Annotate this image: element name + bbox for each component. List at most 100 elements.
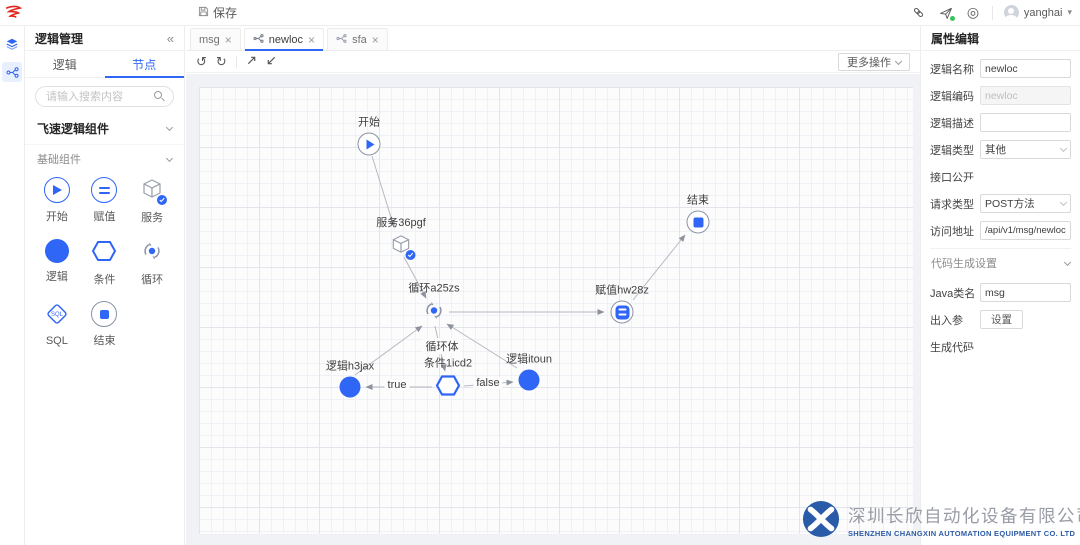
property-panel-title: 属性编辑 bbox=[921, 26, 1080, 51]
logic-desc-input[interactable] bbox=[980, 113, 1071, 132]
save-label: 保存 bbox=[213, 4, 237, 21]
chevron-down-icon bbox=[895, 57, 902, 64]
app-logo-icon bbox=[0, 5, 26, 20]
node-logic-itoun[interactable]: 逻辑itoun bbox=[519, 370, 540, 391]
sidebar-tab-node[interactable]: 节点 bbox=[105, 51, 185, 77]
node-start[interactable]: 开始 bbox=[358, 133, 381, 156]
undo-icon[interactable]: ↺ bbox=[196, 55, 207, 68]
edge-label-loop-body: 循环体 bbox=[423, 338, 462, 354]
assign-icon bbox=[91, 177, 117, 203]
logic-sidebar: 逻辑管理 « 逻辑 节点 飞速逻辑组件 基础组件 开始 赋值 bbox=[25, 26, 185, 545]
java-class-label: Java类名 bbox=[930, 285, 980, 301]
topbar: 保存 ◎ yanghai ▾ bbox=[0, 0, 1080, 26]
canvas-toolbar: ↺ ↻ 更多操作 bbox=[186, 51, 920, 73]
palette-item-service[interactable]: 服务 bbox=[128, 177, 176, 225]
user-menu[interactable]: yanghai ▾ bbox=[1004, 5, 1072, 20]
close-icon[interactable]: × bbox=[308, 34, 315, 46]
search-icon bbox=[154, 91, 165, 102]
node-end[interactable]: 结束 bbox=[687, 211, 710, 234]
topbar-divider bbox=[992, 6, 993, 20]
basic-components-header[interactable]: 基础组件 bbox=[25, 145, 184, 173]
codegen-section-label: 代码生成设置 bbox=[931, 255, 997, 271]
logic-icon bbox=[519, 370, 540, 391]
more-actions-button[interactable]: 更多操作 bbox=[838, 53, 910, 71]
zoom-out-icon[interactable] bbox=[266, 55, 277, 68]
save-button[interactable]: 保存 bbox=[198, 4, 237, 21]
node-logic-h3jax[interactable]: 逻辑h3jax bbox=[340, 377, 361, 398]
logic-code-input bbox=[980, 86, 1071, 105]
palette-item-start[interactable]: 开始 bbox=[33, 177, 81, 225]
flow-tab-icon bbox=[253, 33, 264, 47]
component-group-label: 飞速逻辑组件 bbox=[37, 120, 109, 137]
tab-msg[interactable]: msg × bbox=[190, 28, 241, 50]
redo-icon[interactable]: ↻ bbox=[216, 55, 227, 68]
close-icon[interactable]: × bbox=[225, 34, 232, 46]
rail-item-flow-icon[interactable] bbox=[2, 62, 22, 82]
logic-desc-label: 逻辑描述 bbox=[930, 115, 980, 131]
codegen-section-header[interactable]: 代码生成设置 bbox=[930, 248, 1071, 277]
flow-canvas[interactable]: 循环体 true false 开始 服务36pgf 循环a25zs 赋值hw28… bbox=[186, 74, 920, 545]
flow-tab-icon bbox=[336, 33, 347, 47]
save-icon bbox=[198, 6, 209, 20]
username: yanghai bbox=[1024, 7, 1063, 19]
start-icon bbox=[44, 177, 70, 203]
svg-text:SQL: SQL bbox=[51, 312, 64, 318]
condition-icon bbox=[434, 374, 462, 401]
canvas-grid[interactable] bbox=[199, 87, 913, 534]
component-group-header[interactable]: 飞速逻辑组件 bbox=[25, 113, 184, 145]
collapse-sidebar-icon[interactable]: « bbox=[167, 31, 174, 46]
condition-icon bbox=[91, 239, 117, 266]
chevron-down-icon bbox=[1060, 199, 1067, 206]
node-condition[interactable]: 条件1icd2 bbox=[434, 374, 462, 401]
params-setting-button[interactable]: 设置 bbox=[980, 310, 1023, 329]
logic-icon bbox=[45, 239, 69, 263]
chevron-down-icon bbox=[1064, 258, 1071, 265]
service-icon bbox=[390, 233, 413, 259]
tab-newloc[interactable]: newloc × bbox=[244, 28, 324, 50]
chevron-down-icon bbox=[166, 154, 173, 161]
palette-item-logic[interactable]: 逻辑 bbox=[33, 239, 81, 287]
access-url-input[interactable] bbox=[980, 221, 1071, 240]
params-label: 出入参 bbox=[930, 312, 980, 328]
avatar bbox=[1004, 5, 1019, 20]
palette-item-loop[interactable]: 循环 bbox=[128, 239, 176, 287]
left-rail bbox=[0, 26, 25, 545]
loop-icon bbox=[422, 299, 446, 326]
logic-name-input[interactable] bbox=[980, 59, 1071, 78]
chevron-down-icon bbox=[1060, 145, 1067, 152]
end-icon bbox=[91, 301, 117, 327]
component-palette: 开始 赋值 服务 逻辑 条件 循环 SQL SQL bbox=[25, 173, 184, 352]
access-url-label: 访问地址 bbox=[930, 223, 980, 239]
close-icon[interactable]: × bbox=[372, 34, 379, 46]
sidebar-tab-logic[interactable]: 逻辑 bbox=[25, 51, 105, 77]
document-tabbar: msg × newloc × sfa × bbox=[186, 26, 920, 51]
palette-item-condition[interactable]: 条件 bbox=[81, 239, 129, 287]
node-loop[interactable]: 循环a25zs bbox=[422, 299, 446, 326]
palette-item-sql[interactable]: SQL SQL bbox=[33, 301, 81, 348]
logic-type-label: 逻辑类型 bbox=[930, 142, 980, 158]
node-assign[interactable]: 赋值hw28z bbox=[611, 301, 634, 324]
send-icon[interactable] bbox=[938, 5, 954, 21]
chevron-down-icon bbox=[166, 124, 173, 131]
rail-item-data-icon[interactable] bbox=[2, 34, 22, 54]
palette-item-end[interactable]: 结束 bbox=[81, 301, 129, 348]
node-service[interactable]: 服务36pgf bbox=[390, 233, 413, 259]
logic-type-select[interactable]: 其他 bbox=[980, 140, 1071, 159]
logic-name-label: 逻辑名称 bbox=[930, 61, 980, 77]
palette-item-assign[interactable]: 赋值 bbox=[81, 177, 129, 225]
request-type-select[interactable]: POST方法 bbox=[980, 194, 1071, 213]
loop-icon bbox=[140, 239, 164, 266]
edge-label-true: true bbox=[385, 379, 410, 391]
tab-sfa[interactable]: sfa × bbox=[327, 28, 388, 50]
service-icon bbox=[140, 177, 164, 204]
edge-label-false: false bbox=[473, 377, 502, 389]
link-icon[interactable] bbox=[911, 5, 927, 21]
caret-down-icon: ▾ bbox=[1067, 7, 1072, 18]
zoom-in-icon[interactable] bbox=[246, 55, 257, 68]
start-icon bbox=[358, 133, 381, 156]
end-icon bbox=[687, 211, 710, 234]
request-type-label: 请求类型 bbox=[930, 196, 980, 212]
java-class-input[interactable] bbox=[980, 283, 1071, 302]
target-icon[interactable]: ◎ bbox=[965, 5, 981, 21]
online-status-dot bbox=[950, 16, 955, 21]
